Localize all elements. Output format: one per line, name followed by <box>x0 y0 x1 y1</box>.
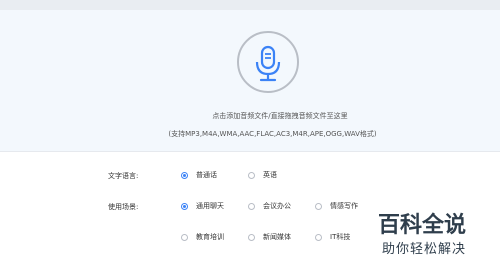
scene-label: 使用场景: <box>108 203 139 211</box>
option-label: 会议办公 <box>263 202 291 210</box>
scene-option-meeting[interactable]: 会议办公 <box>248 201 291 211</box>
radio-selected[interactable] <box>181 171 188 179</box>
watermark-title: 百科全说 <box>378 213 467 238</box>
option-label: 新闻媒体 <box>263 233 291 241</box>
radio[interactable] <box>248 233 255 241</box>
language-label: 文字语言: <box>108 172 139 180</box>
radio[interactable] <box>181 233 188 241</box>
watermark-subtitle: 助你轻松解决 <box>382 242 467 257</box>
option-label: 通用聊天 <box>196 202 224 210</box>
scene-option-writing[interactable]: 情感写作 <box>315 201 358 211</box>
radio[interactable] <box>315 233 322 241</box>
top-strip <box>0 0 500 10</box>
option-label: 教育培训 <box>196 233 224 241</box>
radio-selected[interactable] <box>181 202 188 210</box>
scene-option-general-chat[interactable]: 通用聊天 <box>181 201 224 211</box>
radio[interactable] <box>248 202 255 210</box>
upload-drop-zone[interactable]: 点击添加音频文件/直接拖拽音频文件至这里 (支持MP3,M4A,WMA,AAC,… <box>0 10 500 151</box>
scene-option-news[interactable]: 新闻媒体 <box>248 232 291 242</box>
language-option-english[interactable]: 英语 <box>248 170 277 180</box>
language-option-mandarin[interactable]: 普通话 <box>181 170 217 180</box>
watermark-logo: 百科全说 助你轻松解决 <box>372 207 494 261</box>
option-label: 英语 <box>263 171 277 179</box>
microphone-icon[interactable] <box>237 31 299 93</box>
supported-formats: (支持MP3,M4A,WMA,AAC,FLAC,AC3,M4R,APE,OGG,… <box>168 130 377 138</box>
scene-option-it[interactable]: IT科技 <box>315 232 350 242</box>
option-label: IT科技 <box>330 233 351 241</box>
scene-option-education[interactable]: 教育培训 <box>181 232 224 242</box>
radio[interactable] <box>248 171 255 179</box>
option-label: 普通话 <box>196 171 217 179</box>
option-label: 情感写作 <box>330 202 358 210</box>
radio[interactable] <box>315 202 322 210</box>
upload-hint: 点击添加音频文件/直接拖拽音频文件至这里 <box>212 112 348 120</box>
divider <box>0 151 500 152</box>
